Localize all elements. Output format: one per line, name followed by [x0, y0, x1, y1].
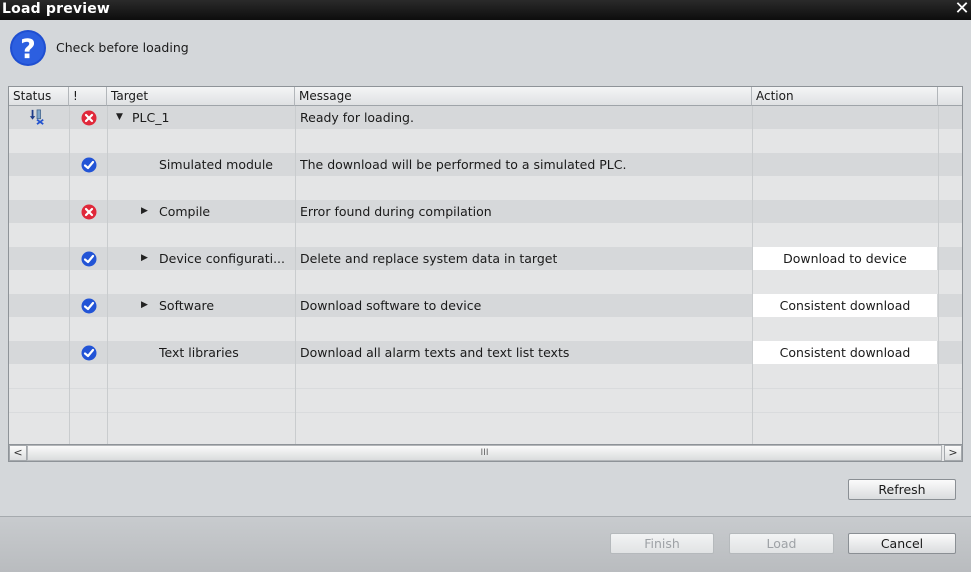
col-separator — [107, 106, 108, 444]
table-row[interactable]: ▼ PLC_1 Ready for loading. — [9, 106, 962, 129]
empty-row — [9, 176, 962, 200]
expand-down-icon[interactable]: ▼ — [116, 106, 123, 129]
check-icon — [81, 298, 97, 314]
finish-button[interactable]: Finish — [610, 533, 714, 554]
table-row[interactable]: ▶ Software Download software to device C… — [9, 294, 962, 317]
table-row[interactable]: Simulated module The download will be pe… — [9, 153, 962, 176]
expand-right-icon[interactable]: ▶ — [141, 294, 148, 317]
table-row[interactable]: Text libraries Download all alarm texts … — [9, 341, 962, 364]
row-action-select[interactable]: Consistent download — [753, 341, 937, 364]
svg-text:?: ? — [20, 34, 36, 65]
table-row[interactable]: ▶ Compile Error found during compilation — [9, 200, 962, 223]
scroll-left-icon[interactable]: < — [9, 445, 27, 461]
col-filler — [938, 87, 962, 106]
scroll-thumb[interactable]: III — [27, 445, 942, 461]
table-row[interactable]: ▶ Device configurati... Delete and repla… — [9, 247, 962, 270]
check-icon — [81, 251, 97, 267]
col-status[interactable]: Status — [9, 87, 69, 106]
download-status-icon — [29, 109, 44, 125]
col-action[interactable]: Action — [752, 87, 938, 106]
check-icon — [81, 157, 97, 173]
col-separator — [69, 106, 70, 444]
row-message: Delete and replace system data in target — [300, 251, 558, 266]
question-icon: ? — [10, 30, 46, 66]
row-target: Text libraries — [159, 345, 239, 360]
empty-row — [9, 364, 962, 388]
refresh-button[interactable]: Refresh — [848, 479, 956, 500]
cancel-button[interactable]: Cancel — [848, 533, 956, 554]
col-message[interactable]: Message — [295, 87, 752, 106]
empty-row — [9, 388, 962, 412]
window-title: Load preview — [2, 1, 111, 17]
load-button[interactable]: Load — [729, 533, 834, 554]
empty-row — [9, 412, 962, 444]
empty-row — [9, 317, 962, 341]
empty-row — [9, 129, 962, 153]
scroll-right-icon[interactable]: > — [944, 445, 962, 461]
row-message: Error found during compilation — [300, 204, 492, 219]
expand-right-icon[interactable]: ▶ — [141, 200, 148, 223]
close-icon[interactable]: ✕ — [953, 0, 971, 20]
row-message: The download will be performed to a simu… — [300, 157, 627, 172]
expand-right-icon[interactable]: ▶ — [141, 247, 148, 270]
row-message: Download all alarm texts and text list t… — [300, 345, 570, 360]
load-preview-table: Status ! Target Message Action ▼ PLC_1 R… — [8, 86, 963, 444]
error-icon — [81, 110, 97, 126]
row-target: PLC_1 — [132, 110, 170, 125]
row-message: Download software to device — [300, 298, 482, 313]
row-target: Compile — [159, 204, 211, 219]
col-separator — [295, 106, 296, 444]
row-message: Ready for loading. — [300, 110, 414, 125]
header-text: Check before loading — [56, 40, 189, 55]
row-target: Software — [159, 298, 215, 313]
error-icon — [81, 204, 97, 220]
empty-row — [9, 270, 962, 294]
row-action-select[interactable]: Consistent download — [753, 294, 937, 317]
row-action-select[interactable]: Download to device — [753, 247, 937, 270]
title-bar: Load preview ✕ — [0, 0, 971, 20]
col-separator — [938, 106, 939, 444]
check-icon — [81, 345, 97, 361]
col-separator — [752, 106, 753, 444]
empty-row — [9, 223, 962, 247]
row-target: Simulated module — [159, 157, 273, 172]
horizontal-scrollbar[interactable]: < III > — [8, 444, 963, 462]
col-target[interactable]: Target — [107, 87, 295, 106]
col-alert[interactable]: ! — [69, 87, 107, 106]
row-target: Device configurati... — [159, 251, 285, 266]
